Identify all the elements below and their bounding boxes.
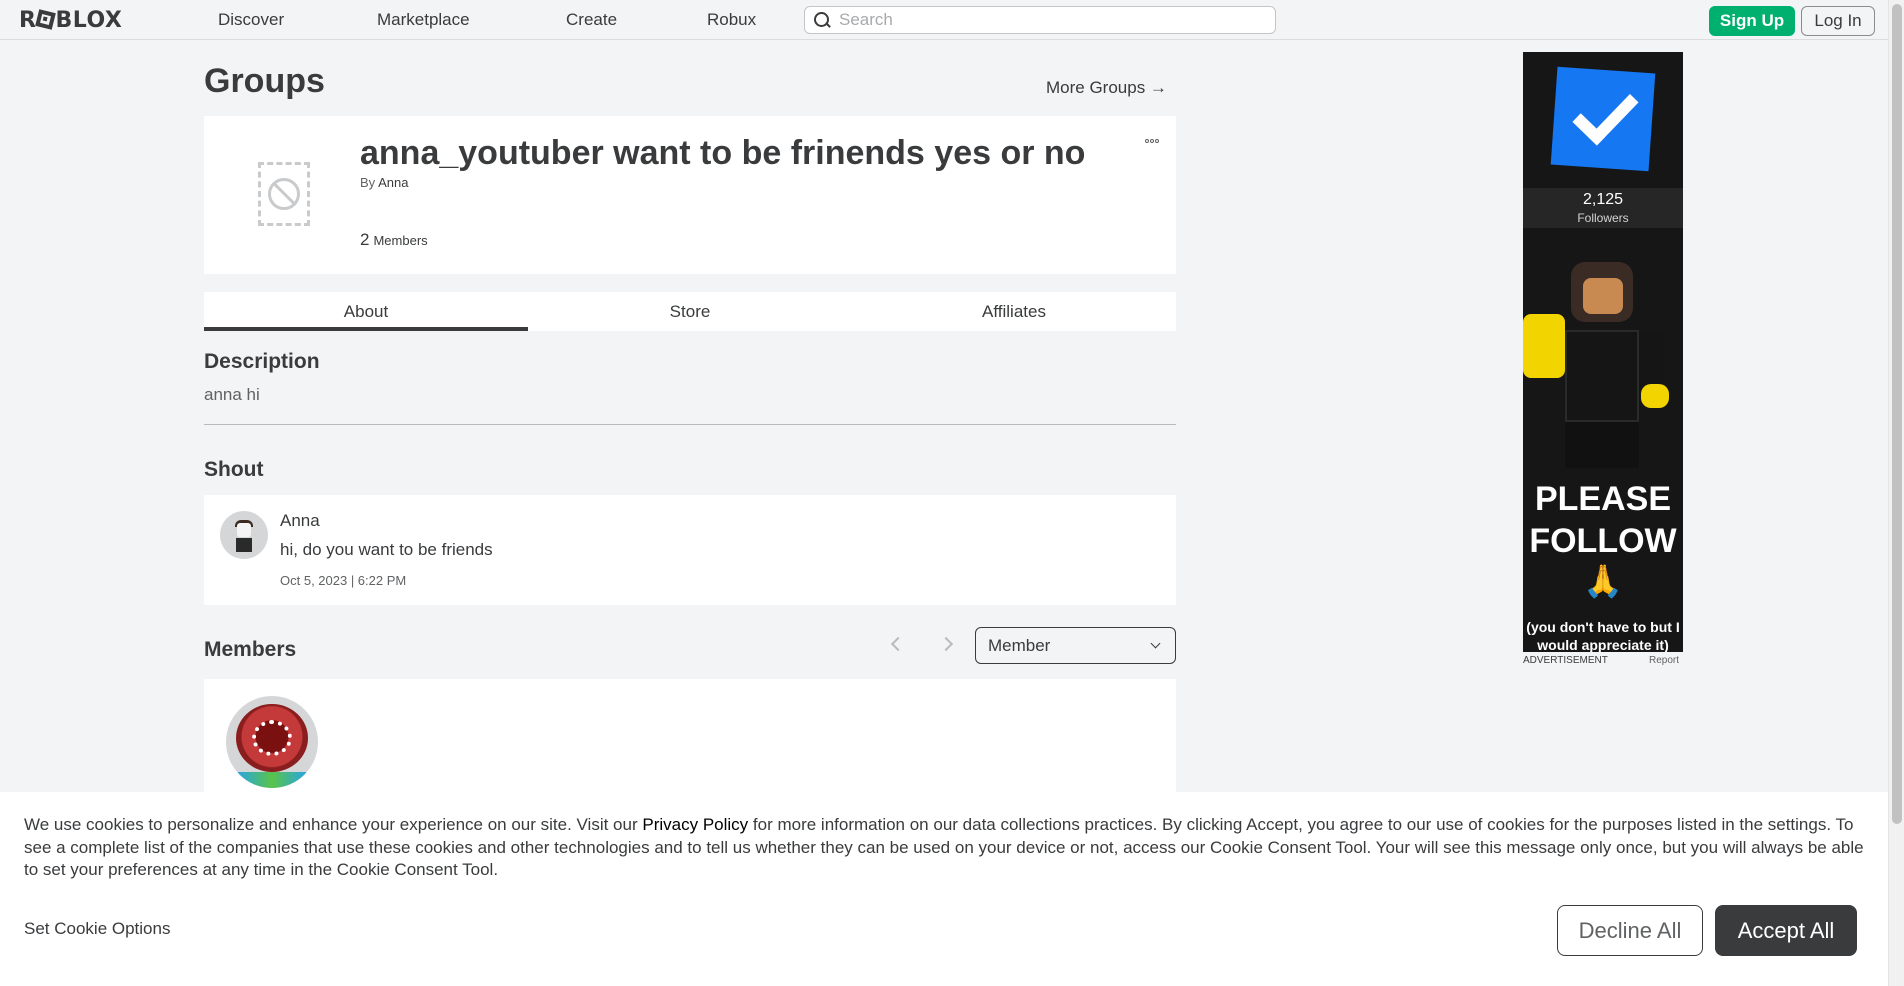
by-prefix: By — [360, 175, 376, 190]
group-tabs: About Store Affiliates — [204, 292, 1176, 331]
praying-hands-icon: 🙏 — [1583, 563, 1623, 599]
shout-card: Anna hi, do you want to be friends Oct 5… — [204, 495, 1176, 605]
advertisement-banner[interactable]: 2,125 Followers PLEASE FOLLOW 🙏 (you don… — [1523, 52, 1683, 652]
search-box[interactable] — [804, 6, 1276, 34]
section-divider — [204, 424, 1176, 425]
description-text: anna hi — [204, 385, 260, 404]
accept-all-button[interactable]: Accept All — [1715, 905, 1857, 956]
logo-tilted-o-icon — [35, 9, 57, 30]
search-input[interactable] — [839, 10, 1259, 30]
group-name: anna_youtuber want to be frinends yes or… — [360, 134, 1086, 172]
ad-headline: PLEASE FOLLOW — [1529, 480, 1677, 560]
checkmark-icon — [1550, 66, 1656, 172]
log-in-button[interactable]: Log In — [1801, 6, 1875, 36]
more-groups-link[interactable]: More Groups → — [1046, 78, 1167, 98]
page-scrollbar[interactable] — [1888, 0, 1904, 986]
shout-author-link[interactable]: Anna — [280, 511, 320, 531]
group-emblem-placeholder — [258, 162, 310, 226]
ad-report-link[interactable]: Report — [1649, 655, 1679, 666]
role-select[interactable]: Member — [975, 627, 1176, 664]
advertisement-label: ADVERTISEMENT — [1523, 655, 1608, 666]
ad-followers-count: 2,125 — [1582, 191, 1624, 208]
chevron-right-icon[interactable] — [938, 634, 958, 654]
group-header-card: anna_youtuber want to be frinends yes or… — [204, 116, 1176, 274]
more-options-icon[interactable] — [1145, 130, 1163, 143]
nav-link-create[interactable]: Create — [566, 10, 617, 30]
sign-up-button[interactable]: Sign Up — [1709, 6, 1795, 36]
chevron-down-icon — [1150, 638, 1161, 649]
description-heading: Description — [204, 350, 320, 373]
privacy-policy-link[interactable]: Privacy Policy — [642, 815, 748, 834]
nav-link-marketplace[interactable]: Marketplace — [377, 10, 470, 30]
cookie-consent-text: We use cookies to personalize and enhanc… — [24, 815, 1864, 879]
members-list-card — [204, 679, 1176, 799]
ad-followers-label: Followers — [1577, 211, 1629, 225]
decline-all-button[interactable]: Decline All — [1557, 905, 1703, 956]
nav-link-discover[interactable]: Discover — [218, 10, 284, 30]
nav-link-robux[interactable]: Robux — [707, 10, 756, 30]
shout-heading: Shout — [204, 458, 264, 481]
set-cookie-options-link[interactable]: Set Cookie Options — [24, 919, 170, 939]
unavailable-image-icon — [268, 178, 300, 210]
group-member-count: 2 Members — [360, 230, 428, 250]
scrollbar-thumb[interactable] — [1892, 4, 1902, 824]
group-owner-link[interactable]: Anna — [378, 175, 408, 190]
member-count-label: Members — [373, 233, 428, 248]
page-title: Groups — [204, 62, 325, 100]
tab-store[interactable]: Store — [528, 292, 852, 331]
shout-timestamp: Oct 5, 2023 | 6:22 PM — [280, 573, 407, 588]
ad-followers-box: 2,125 Followers — [1523, 188, 1683, 228]
group-owner-line: By Anna — [360, 175, 408, 190]
member-count-number: 2 — [360, 230, 370, 249]
chevron-left-icon[interactable] — [886, 634, 906, 654]
members-heading: Members — [204, 638, 297, 661]
tab-affiliates[interactable]: Affiliates — [852, 292, 1176, 331]
shout-message: hi, do you want to be friends — [280, 540, 493, 559]
member-avatar[interactable] — [226, 696, 318, 788]
top-navigation-bar: R BLOX Discover Marketplace Create Robux … — [0, 0, 1888, 40]
cookie-consent-banner: We use cookies to personalize and enhanc… — [0, 792, 1888, 986]
search-icon — [813, 11, 831, 29]
avatar[interactable] — [220, 511, 268, 559]
ad-note: (you don't have to but I would appreciat… — [1526, 619, 1680, 652]
role-select-value: Member — [988, 635, 1051, 655]
tab-about[interactable]: About — [204, 292, 528, 331]
roblox-logo[interactable]: R BLOX — [19, 8, 122, 33]
